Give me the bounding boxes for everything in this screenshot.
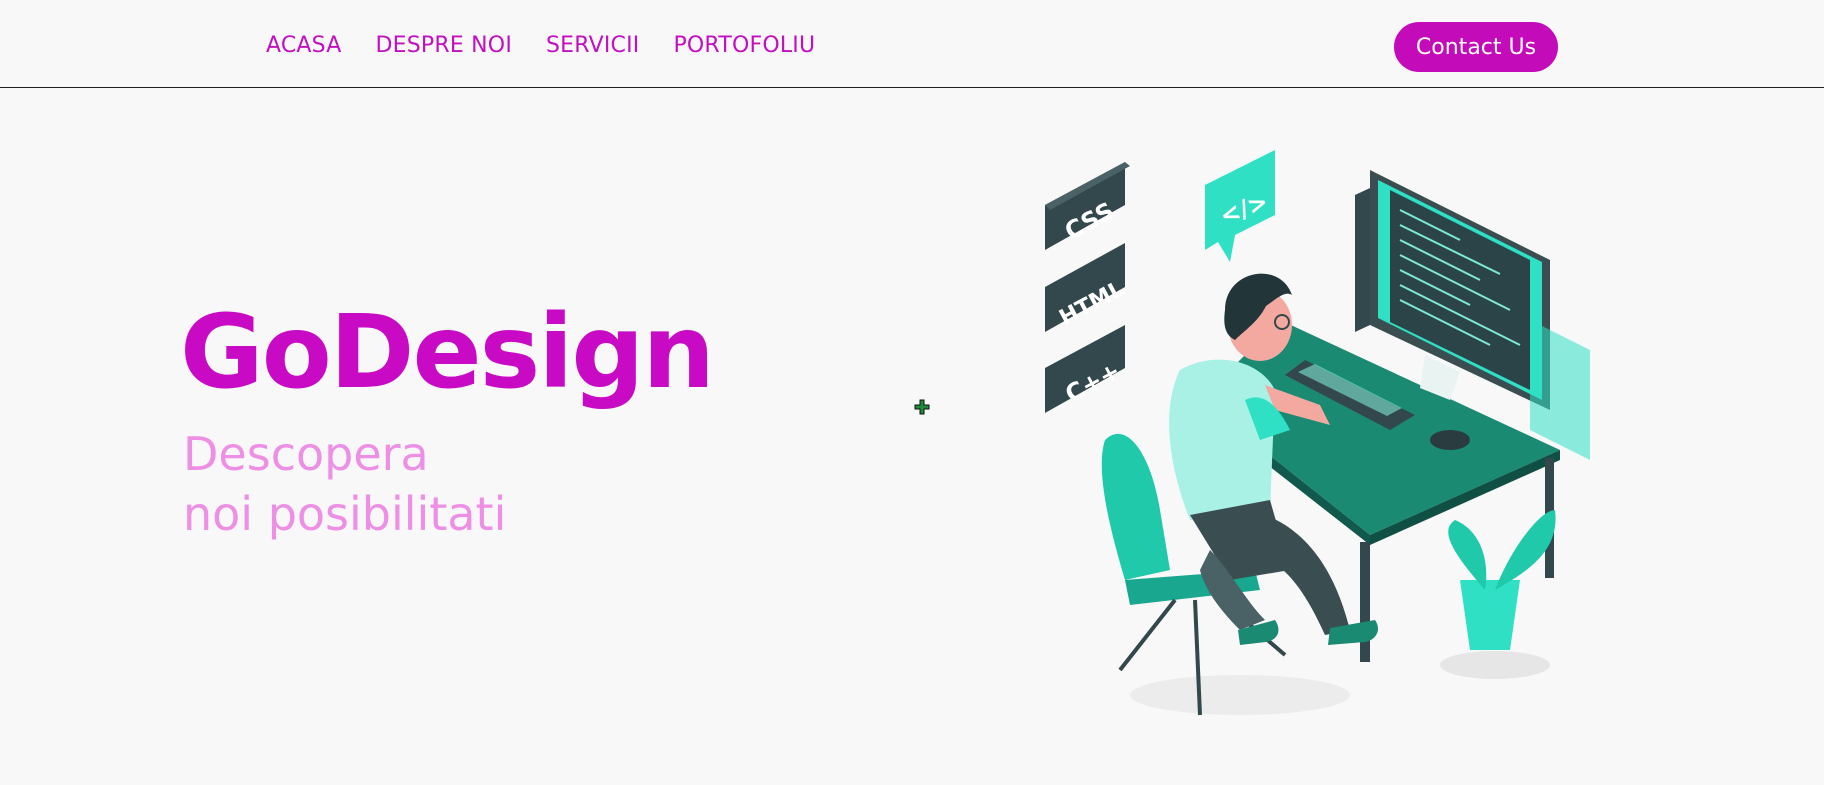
tagline-line-2: noi posibilitati — [183, 487, 507, 541]
nav-link-acasa[interactable]: ACASA — [266, 33, 342, 58]
nav-link-portofoliu[interactable]: PORTOFOLIU — [673, 33, 815, 58]
html-tile: HTML — [1045, 243, 1128, 332]
hero-tagline: Descopera noi posibilitati — [183, 424, 506, 544]
cpp-tile: C++ — [1045, 325, 1125, 413]
main-nav: ACASA DESPRE NOI SERVICII PORTOFOLIU — [266, 33, 815, 58]
contact-us-button[interactable]: Contact Us — [1394, 22, 1558, 72]
developer-illustration: CSS HTML C++ </> — [1045, 150, 1590, 716]
css-tile: CSS — [1045, 162, 1130, 250]
move-cursor-icon — [914, 399, 930, 415]
code-bubble-icon: </> — [1205, 150, 1275, 262]
top-navigation-bar: ACASA DESPRE NOI SERVICII PORTOFOLIU Con… — [0, 0, 1824, 88]
nav-link-despre-noi[interactable]: DESPRE NOI — [376, 33, 513, 58]
tagline-line-1: Descopera — [183, 427, 429, 481]
hero-title: GoDesign — [180, 293, 715, 412]
nav-link-servicii[interactable]: SERVICII — [546, 33, 639, 58]
